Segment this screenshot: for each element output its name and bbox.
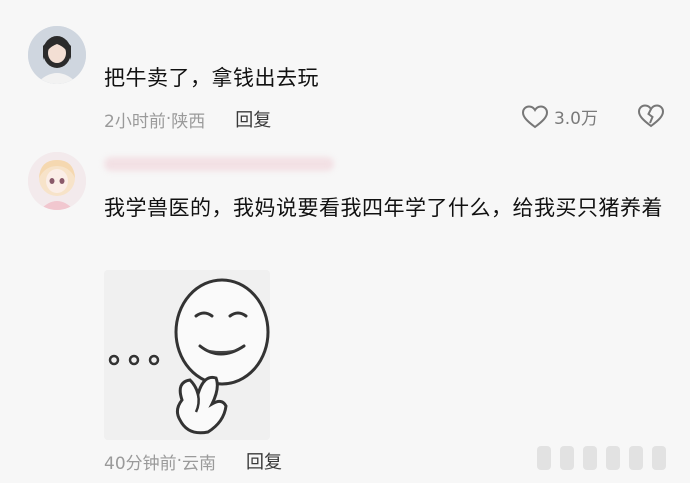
- like-button[interactable]: 3.0万: [521, 104, 598, 129]
- watermark-bar: [583, 446, 597, 470]
- reply-button[interactable]: 回复: [246, 448, 282, 474]
- watermark-bar: [560, 446, 574, 470]
- comment-meta: 2小时前 · 陕西 回复: [104, 106, 271, 132]
- comment-time: 40分钟前: [104, 453, 177, 474]
- watermark-bar: [606, 446, 620, 470]
- comment-location: 陕西: [171, 111, 206, 132]
- watermark-bar: [652, 446, 666, 470]
- like-count: 3.0万: [553, 109, 598, 129]
- comment-text: 把牛卖了，拿钱出去玩: [104, 66, 319, 90]
- watermark-bar: [629, 446, 643, 470]
- comment-time: 2小时前: [104, 111, 166, 132]
- comment-text: 我学兽医的，我妈说要看我四年学了什么，给我买只猪养着: [104, 196, 663, 220]
- avatar[interactable]: [28, 152, 86, 210]
- watermark-bars: [537, 446, 666, 470]
- sticker-image[interactable]: [104, 270, 270, 440]
- comment-meta: 40分钟前 · 云南 回复: [104, 448, 282, 474]
- avatar[interactable]: [28, 26, 86, 84]
- watermark-bar: [537, 446, 551, 470]
- username-blurred: [104, 157, 334, 171]
- avatar-image: [28, 26, 86, 84]
- broken-heart-icon: [637, 104, 665, 128]
- heart-outline-icon: [521, 104, 548, 128]
- comment-location: 云南: [182, 453, 217, 474]
- avatar-image: [28, 152, 86, 210]
- reply-button[interactable]: 回复: [235, 106, 271, 132]
- meme-face-sticker: [104, 270, 270, 440]
- dislike-button[interactable]: [637, 104, 665, 132]
